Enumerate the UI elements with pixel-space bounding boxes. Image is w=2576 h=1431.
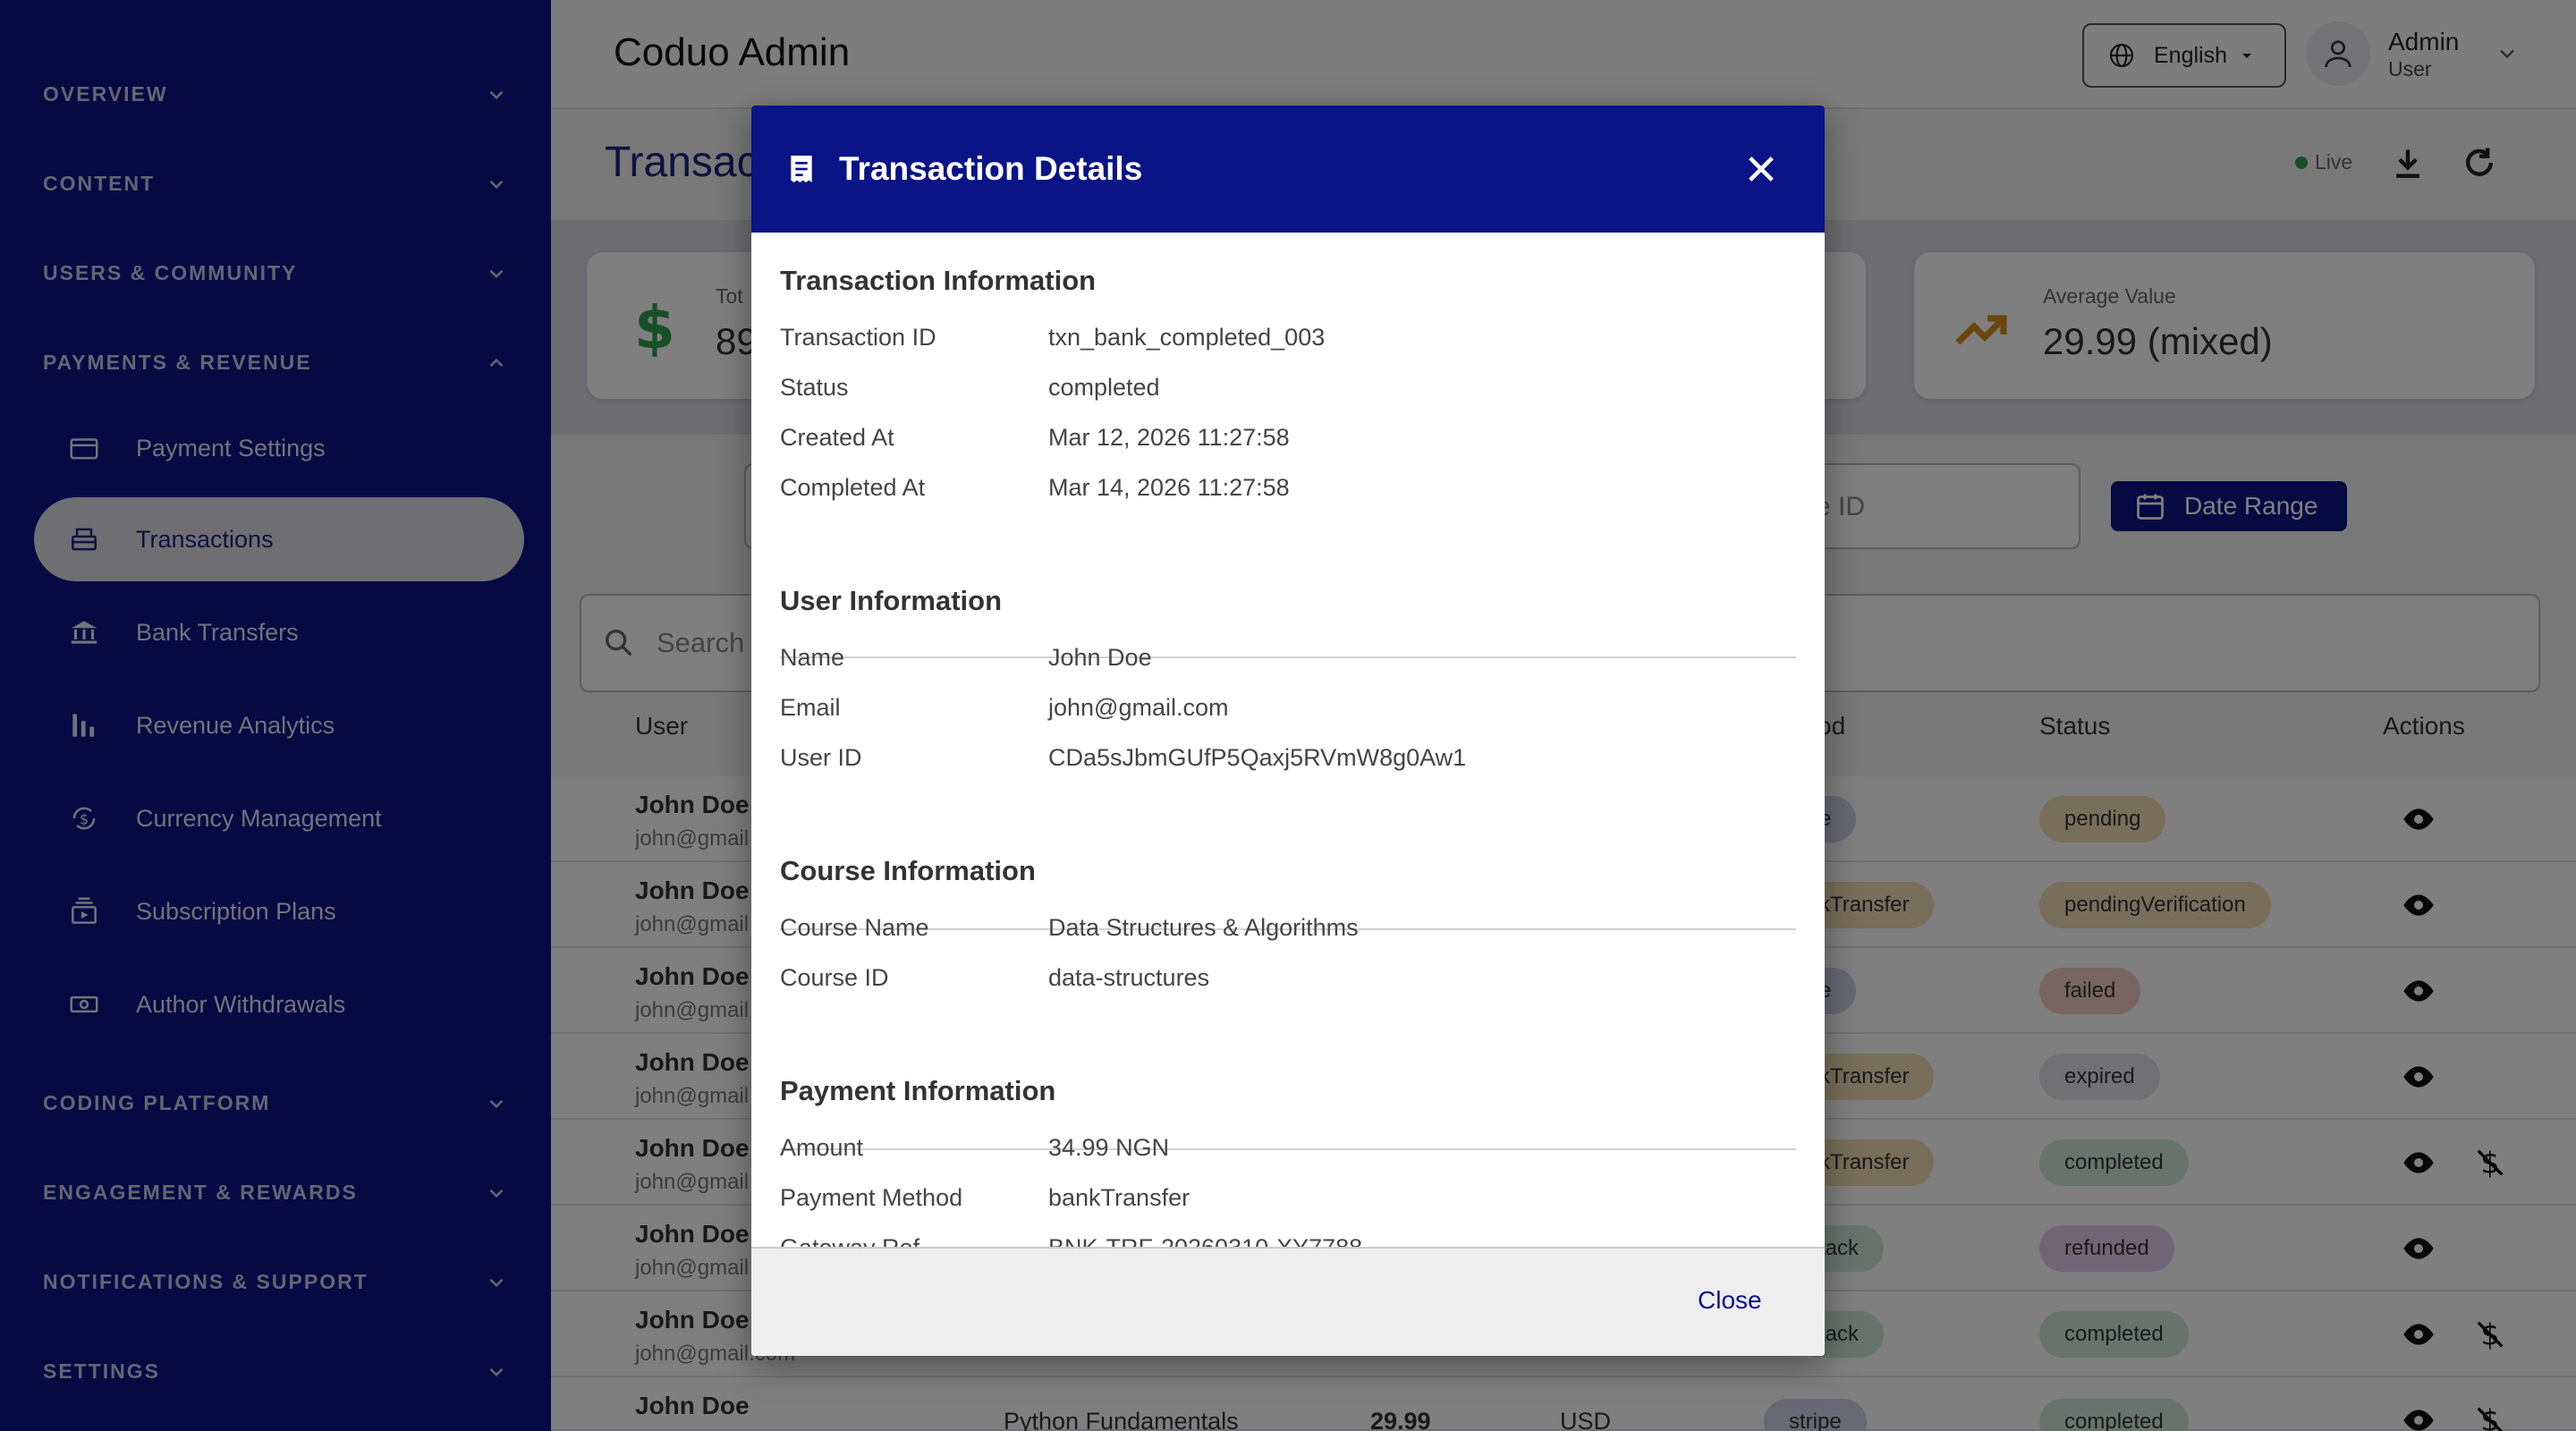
section-title-user: User Information	[780, 585, 1003, 616]
transaction-id-value: txn_bank_completed_003	[1048, 324, 1326, 351]
close-button[interactable]: Close	[1698, 1286, 1762, 1315]
divider	[780, 656, 1796, 658]
user-email-value: john@gmail.com	[1048, 694, 1229, 721]
section-title-transaction: Transaction Information	[780, 265, 1097, 296]
completed-at-value: Mar 14, 2026 11:27:58	[1048, 474, 1290, 501]
receipt-icon	[791, 156, 812, 182]
transaction-details-dialog: Transaction Details Transaction Informat…	[751, 106, 1825, 1356]
user-name-value: John Doe	[1048, 644, 1152, 671]
dialog-title: Transaction Details	[839, 150, 1143, 187]
user-id-value: CDa5sJbmGUfP5Qaxj5RVmW8g0Aw1	[1048, 744, 1467, 771]
section-title-course: Course Information	[780, 855, 1036, 886]
course-name-value: Data Structures & Algorithms	[1048, 914, 1359, 941]
divider	[780, 1148, 1796, 1150]
section-title-payment: Payment Information	[780, 1075, 1056, 1106]
payment-method-value: bankTransfer	[1048, 1184, 1191, 1211]
amount-value: 34.99 NGN	[1048, 1134, 1170, 1161]
dialog-header: Transaction Details	[751, 106, 1825, 233]
dialog-body[interactable]: Transaction Information Transaction ID t…	[780, 233, 1796, 1354]
course-id-value: data-structures	[1048, 964, 1210, 991]
status-value: completed	[1048, 374, 1160, 401]
dialog-footer: Close	[751, 1247, 1825, 1356]
created-at-value: Mar 12, 2026 11:27:58	[1048, 424, 1290, 451]
close-icon[interactable]	[1742, 150, 1780, 188]
